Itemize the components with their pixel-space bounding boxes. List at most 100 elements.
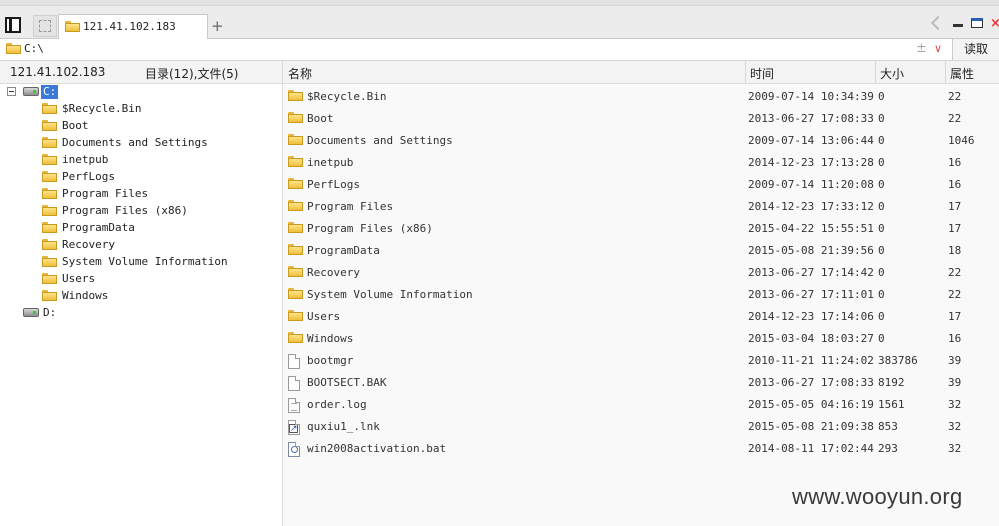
folder-icon — [288, 178, 303, 189]
blank-tab-icon[interactable] — [33, 15, 57, 37]
table-row[interactable]: win2008activation.bat 2014-08-11 17:02:44… — [283, 438, 999, 460]
table-row[interactable]: order.log 2015-05-05 04:16:19 1561 32 — [283, 394, 999, 416]
table-row[interactable]: $Recycle.Bin 2009-07-14 10:34:39 0 22 — [283, 86, 999, 108]
tree-item-label: Program Files — [62, 187, 149, 200]
cell-attr: 32 — [948, 420, 962, 433]
column-header-time[interactable]: 时间 — [750, 65, 774, 82]
cell-time: 2015-05-05 04:16:19 — [748, 398, 874, 411]
watermark: www.wooyun.org — [792, 484, 963, 509]
hard-drive-icon — [23, 87, 39, 96]
read-button[interactable]: 读取 — [953, 39, 999, 60]
sidebar-toggle-icon[interactable] — [5, 17, 21, 33]
collapse-icon[interactable] — [7, 87, 16, 96]
table-row[interactable]: Windows 2015-03-04 18:03:27 0 16 — [283, 328, 999, 350]
folder-icon — [42, 290, 57, 301]
cell-time: 2013-06-27 17:08:33 — [748, 376, 874, 389]
cell-name: quxiu1_.lnk — [307, 420, 380, 433]
cell-time: 2013-06-27 17:14:42 — [748, 266, 874, 279]
tree-item-label: inetpub — [62, 153, 109, 166]
cell-size: 0 — [878, 178, 885, 191]
list-header: 121.41.102.183 目录(12),文件(5) 名称 时间 大小 属性 — [0, 61, 999, 84]
cell-name: bootmgr — [307, 354, 354, 367]
folder-icon — [288, 266, 303, 277]
cell-attr: 39 — [948, 376, 962, 389]
table-row[interactable]: Recovery 2013-06-27 17:14:42 0 22 — [283, 262, 999, 284]
cell-time: 2009-07-14 10:34:39 — [748, 90, 874, 103]
tree-item-label: Boot — [62, 119, 89, 132]
cell-attr: 16 — [948, 332, 962, 345]
folder-icon — [42, 103, 57, 114]
folder-icon — [6, 43, 21, 54]
cell-size: 0 — [878, 222, 885, 235]
table-row[interactable]: PerfLogs 2009-07-14 11:20:08 0 16 — [283, 174, 999, 196]
table-row[interactable]: Program Files (x86) 2015-04-22 15:55:51 0 1… — [283, 218, 999, 240]
chevron-left-icon[interactable] — [930, 15, 942, 33]
cell-time: 2015-04-22 15:55:51 — [748, 222, 874, 235]
cell-attr: 22 — [948, 112, 962, 125]
cell-attr: 17 — [948, 200, 962, 213]
cell-attr: 16 — [948, 156, 962, 169]
cell-size: 0 — [878, 310, 885, 323]
tree-item-label: Users — [62, 272, 96, 285]
table-row[interactable]: ProgramData 2015-05-08 21:39:56 0 18 — [283, 240, 999, 262]
file-list: $Recycle.Bin 2009-07-14 10:34:39 0 22 Boot 20… — [283, 84, 999, 526]
column-header-size[interactable]: 大小 — [880, 65, 904, 82]
divider — [945, 61, 946, 83]
cell-size: 0 — [878, 112, 885, 125]
file-icon — [288, 354, 300, 369]
divider — [875, 61, 876, 83]
cell-name: win2008activation.bat — [307, 442, 447, 455]
table-row[interactable]: System Volume Information 2013-06-27 17:1… — [283, 284, 999, 306]
minimize-button[interactable] — [953, 15, 965, 33]
cell-size: 383786 — [878, 354, 918, 367]
add-tab-button[interactable]: + — [211, 17, 224, 35]
divider — [745, 61, 746, 83]
tree-item-label: PerfLogs — [62, 170, 115, 183]
chevron-down-icon[interactable]: ∨ — [934, 42, 942, 55]
folder-icon — [288, 200, 303, 211]
column-header-attr[interactable]: 属性 — [950, 65, 974, 82]
table-row[interactable]: BOOTSECT.BAK 2013-06-27 17:08:33 8192 39 — [283, 372, 999, 394]
path-input[interactable]: C:\ — [24, 42, 44, 55]
cell-name: Program Files (x86) — [307, 222, 433, 235]
cell-size: 0 — [878, 200, 885, 213]
table-row[interactable]: Users 2014-12-23 17:14:06 0 17 — [283, 306, 999, 328]
table-row[interactable]: Documents and Settings 2009-07-14 13:06:4… — [283, 130, 999, 152]
cell-name: BOOTSECT.BAK — [307, 376, 387, 389]
table-row[interactable]: quxiu1_.lnk 2015-05-08 21:09:38 853 32 — [283, 416, 999, 438]
tree-item-label: Windows — [62, 289, 109, 302]
tree-item-drive-d[interactable]: D: — [43, 306, 56, 319]
cell-name: Users — [307, 310, 341, 323]
tree-item-label: Documents and Settings — [62, 136, 208, 149]
cell-time: 2015-05-08 21:09:38 — [748, 420, 874, 433]
table-row[interactable]: Program Files 2014-12-23 17:33:12 0 17 — [283, 196, 999, 218]
tab-host[interactable]: 121.41.102.183 — [58, 14, 208, 39]
cell-size: 0 — [878, 288, 885, 301]
cell-name: order.log — [307, 398, 367, 411]
folder-icon — [288, 90, 303, 101]
cell-name: Documents and Settings — [307, 134, 453, 147]
cell-time: 2009-07-14 13:06:44 — [748, 134, 874, 147]
cell-size: 293 — [878, 442, 898, 455]
tree-item-label: Program Files (x86) — [62, 204, 188, 217]
table-row[interactable]: Boot 2013-06-27 17:08:33 0 22 — [283, 108, 999, 130]
cell-time: 2015-05-08 21:39:56 — [748, 244, 874, 257]
folder-icon — [42, 273, 57, 284]
folder-icon — [42, 239, 57, 250]
cell-time: 2014-12-23 17:14:06 — [748, 310, 874, 323]
cell-time: 2013-06-27 17:11:01 — [748, 288, 874, 301]
table-row[interactable]: inetpub 2014-12-23 17:13:28 0 16 — [283, 152, 999, 174]
cell-name: $Recycle.Bin — [307, 90, 387, 103]
cell-name: System Volume Information — [307, 288, 473, 301]
table-row[interactable]: bootmgr 2010-11-21 11:24:02 383786 39 — [283, 350, 999, 372]
summary-label: 目录(12),文件(5) — [145, 67, 239, 81]
cell-time: 2014-12-23 17:13:28 — [748, 156, 874, 169]
file-icon — [288, 376, 300, 391]
cell-size: 0 — [878, 90, 885, 103]
maximize-button[interactable] — [971, 15, 985, 33]
tree-item-drive-c[interactable]: C: — [41, 85, 59, 99]
column-header-name[interactable]: 名称 — [288, 65, 312, 82]
plus-minus-icon[interactable]: ± — [916, 41, 927, 56]
close-button[interactable]: × — [990, 15, 999, 33]
divider — [282, 61, 283, 83]
